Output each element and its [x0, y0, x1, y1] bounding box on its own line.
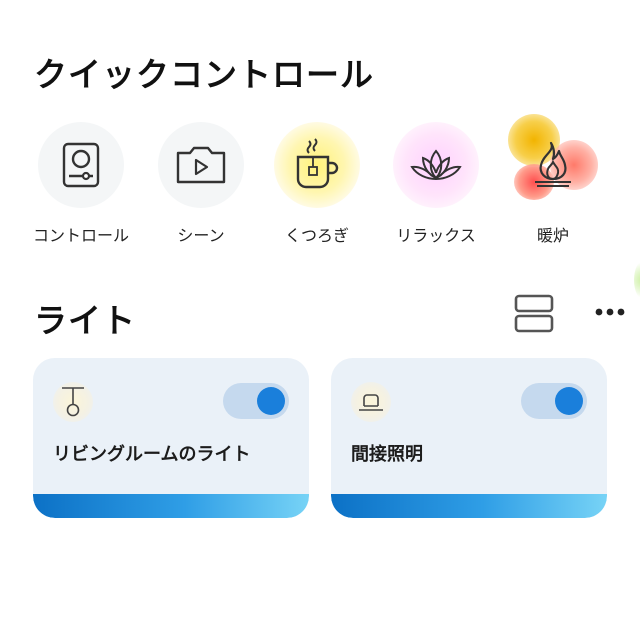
quick-control-scene[interactable]: シーン	[141, 122, 261, 246]
toggle-knob	[555, 387, 583, 415]
quick-controls-row: コントロール シーン くつろぎ リラックス 暖炉	[0, 114, 640, 300]
quick-controls-title: クイックコントロール	[34, 55, 374, 94]
more-options-button[interactable]	[588, 292, 632, 336]
quick-control-fireplace-circle[interactable]	[508, 114, 598, 208]
quick-control-label: リラックス	[396, 226, 476, 245]
light-power-toggle[interactable]	[521, 383, 587, 419]
scene-camera-icon	[176, 146, 226, 184]
brightness-bar[interactable]	[33, 494, 309, 518]
quick-control-label: 暖炉	[536, 226, 569, 245]
quick-control-scene-circle[interactable]	[158, 122, 244, 208]
layout-toggle-button[interactable]	[512, 292, 556, 336]
quick-control-relax-tea-circle[interactable]	[274, 122, 360, 208]
light-card-name: リビングルームのライト	[53, 444, 251, 465]
tea-cup-icon	[296, 138, 339, 189]
light-card-icon-wrap	[351, 382, 391, 422]
pendant-lamp-icon	[62, 387, 84, 417]
quick-control-control[interactable]: コントロール	[21, 122, 141, 246]
quick-control-relax-lotus-circle[interactable]	[393, 122, 479, 208]
quick-control-control-circle[interactable]	[38, 122, 124, 208]
list-layout-icon	[514, 294, 554, 333]
quick-control-label: シーン	[177, 226, 225, 245]
quick-control-relax-lotus[interactable]: リラックス	[376, 122, 496, 246]
light-power-toggle[interactable]	[223, 383, 289, 419]
more-dots-icon	[595, 308, 625, 316]
quick-control-fireplace[interactable]: 暖炉	[493, 114, 613, 246]
light-card-indirect[interactable]: 間接照明	[331, 358, 607, 518]
light-card-icon-wrap	[53, 382, 93, 422]
quick-control-label: くつろぎ	[284, 226, 349, 245]
lotus-icon	[410, 149, 462, 180]
brightness-bar[interactable]	[331, 494, 607, 518]
control-panel-icon	[62, 142, 100, 188]
indirect-light-icon	[359, 394, 383, 411]
quick-control-relax-tea[interactable]: くつろぎ	[257, 122, 377, 246]
lights-title: ライト	[34, 301, 136, 340]
lights-actions	[440, 292, 640, 336]
toggle-knob	[257, 387, 285, 415]
light-card-living-room[interactable]: リビングルームのライト	[33, 358, 309, 518]
quick-control-label: コントロール	[32, 226, 129, 245]
light-card-name: 間接照明	[351, 444, 423, 465]
fireplace-icon	[535, 141, 571, 187]
